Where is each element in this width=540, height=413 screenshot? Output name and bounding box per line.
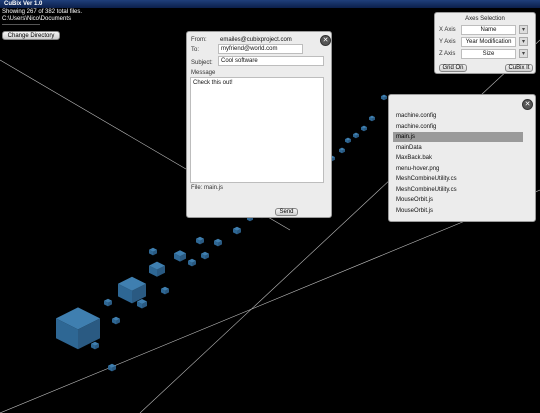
file-cube[interactable] (104, 298, 112, 307)
file-cube[interactable] (137, 299, 147, 309)
file-cube[interactable] (339, 147, 345, 154)
file-cube[interactable] (361, 125, 367, 132)
from-value: emailes@cubixproject.com (220, 37, 292, 43)
file-list-item[interactable]: MaxBack.bak (393, 153, 523, 163)
file-cube[interactable] (233, 226, 241, 235)
x-axis-line (0, 189, 540, 413)
file-cube[interactable] (149, 261, 165, 277)
send-button[interactable]: Send (275, 208, 298, 216)
cubix-it-button[interactable]: CuBix It (505, 64, 533, 72)
file-cube[interactable] (188, 258, 196, 267)
file-list-item[interactable]: menu-hover.png (393, 164, 523, 174)
to-label: To: (191, 47, 200, 53)
file-cube[interactable] (112, 316, 120, 325)
axes-title: Axes Selection (465, 16, 505, 22)
y-axis-label: Y Axis (439, 39, 456, 45)
axes-panel: Axes Selection X Axis Name ▾ Y Axis Year… (434, 12, 536, 74)
file-cube[interactable] (381, 94, 387, 101)
y-axis-dropdown-icon[interactable]: ▾ (519, 37, 528, 46)
message-field[interactable]: Check this out! (190, 77, 324, 183)
y-axis-select[interactable]: Year Modification (461, 37, 516, 47)
file-cube[interactable] (161, 286, 169, 295)
file-cube[interactable] (196, 236, 204, 245)
subject-field[interactable]: Cool software (218, 56, 324, 66)
x-axis-select[interactable]: Name (461, 25, 516, 35)
close-icon[interactable]: ✕ (320, 35, 331, 46)
path-underline (2, 24, 40, 25)
attached-file-label: File: main.js (191, 185, 224, 191)
file-list-item[interactable]: main.js (393, 132, 523, 142)
file-cube[interactable] (345, 137, 351, 144)
email-panel: ✕ From: emailes@cubixproject.com To: myf… (186, 31, 332, 218)
file-list-item[interactable]: MouseOrbit.js (393, 206, 523, 216)
z-axis-dropdown-icon[interactable]: ▾ (519, 49, 528, 58)
subject-label: Subject: (191, 60, 213, 66)
change-directory-button[interactable]: Change Directory (2, 31, 60, 40)
current-path: C:\Users\Nico\Documents (2, 16, 72, 22)
file-list-item[interactable]: MeshCombineUtility.cs (393, 174, 523, 184)
file-list-item[interactable]: machine.config (393, 111, 523, 121)
x-axis-label: X Axis (439, 27, 456, 33)
file-cube[interactable] (201, 251, 209, 260)
x-axis-dropdown-icon[interactable]: ▾ (519, 25, 528, 34)
file-cube[interactable] (149, 247, 157, 256)
z-axis-label: Z Axis (439, 51, 456, 57)
to-field[interactable]: myfriend@world.com (218, 44, 303, 54)
file-count-status: Showing 267 of 382 total files. (2, 9, 83, 15)
message-label: Message (191, 70, 216, 76)
file-cube[interactable] (91, 341, 99, 350)
file-list-panel: ✕ machine.config machine.config main.js mai… (388, 94, 536, 222)
file-list-item[interactable]: mainData (393, 143, 523, 153)
window-titlebar: CuBix Ver 1.0 (0, 0, 540, 8)
file-cube[interactable] (174, 250, 186, 262)
grid-toggle-button[interactable]: Grid On (439, 64, 467, 72)
window-title: CuBix Ver 1.0 (4, 1, 43, 7)
file-cube[interactable] (214, 238, 222, 247)
from-label: From: (191, 37, 207, 43)
file-cube[interactable] (353, 132, 359, 139)
file-cube[interactable] (108, 363, 116, 372)
z-axis-select[interactable]: Size (461, 49, 516, 59)
file-list-item[interactable]: MeshCombineUtility.cs (393, 185, 523, 195)
file-list-item[interactable]: machine.config (393, 122, 523, 132)
file-list-item[interactable]: MouseOrbit.js (393, 195, 523, 205)
file-cube[interactable] (369, 115, 375, 122)
close-icon[interactable]: ✕ (522, 99, 533, 110)
